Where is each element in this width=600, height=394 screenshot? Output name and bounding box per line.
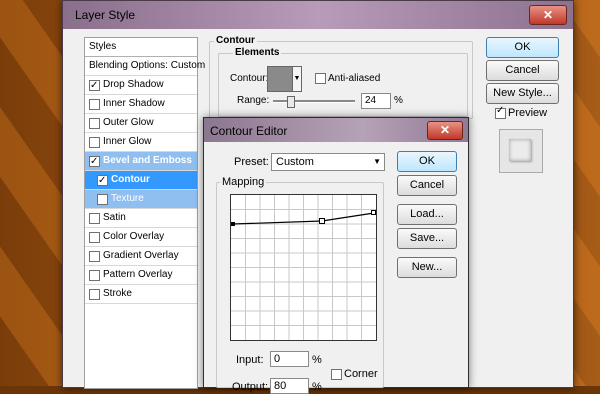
preview-swatch (509, 139, 531, 161)
list-item-blending-options[interactable]: Blending Options: Custom (85, 57, 205, 76)
range-label: Range: (237, 95, 270, 106)
contour-ok-button[interactable]: OK (397, 151, 457, 172)
new-style-button[interactable]: New Style... (486, 83, 559, 104)
satin-checkbox[interactable] (89, 212, 100, 224)
dialog-title: Layer Style (75, 8, 136, 22)
texture-checkbox[interactable] (97, 193, 108, 205)
contour-graph[interactable] (230, 194, 377, 341)
color-overlay-checkbox[interactable] (89, 231, 100, 243)
drop-shadow-checkbox[interactable] (89, 77, 100, 95)
contour-cancel-button[interactable]: Cancel (397, 175, 457, 196)
preview-label: Preview (508, 107, 548, 119)
list-item-pattern-overlay[interactable]: Pattern Overlay (85, 266, 197, 285)
mapping-label: Mapping (220, 176, 267, 188)
input-field[interactable]: 0 (270, 351, 309, 367)
output-unit: % (312, 381, 322, 393)
outer-glow-checkbox[interactable] (89, 117, 100, 129)
preset-label: Preset: (234, 156, 269, 168)
list-item-texture[interactable]: Texture (85, 190, 197, 209)
pattern-overlay-checkbox[interactable] (89, 269, 100, 281)
contour-editor-titlebar[interactable]: Contour Editor ✕ (204, 118, 468, 142)
corner-checkbox[interactable] (331, 369, 342, 380)
inner-glow-checkbox[interactable] (89, 136, 100, 148)
list-item-color-overlay[interactable]: Color Overlay (85, 228, 197, 247)
input-label: Input: (236, 354, 264, 366)
stroke-checkbox[interactable] (89, 288, 100, 300)
list-item-gradient-overlay[interactable]: Gradient Overlay (85, 247, 197, 266)
list-item-contour[interactable]: Contour (85, 171, 197, 190)
close-button[interactable]: ✕ (529, 5, 567, 25)
list-item-outer-glow[interactable]: Outer Glow (85, 114, 197, 133)
list-item-inner-glow[interactable]: Inner Glow (85, 133, 197, 152)
list-item-satin[interactable]: Satin (85, 209, 197, 228)
styles-list: Styles Blending Options: Custom Drop Sha… (84, 37, 205, 389)
dialog-titlebar[interactable]: Layer Style ✕ (63, 1, 573, 29)
gradient-overlay-checkbox[interactable] (89, 250, 100, 262)
anti-aliased-checkbox[interactable] (315, 73, 326, 84)
curve-point-start[interactable] (231, 222, 235, 226)
list-item-bevel-and-emboss[interactable]: Bevel and Emboss (85, 152, 197, 171)
anti-aliased-label: Anti-aliased (328, 73, 381, 84)
load-button[interactable]: Load... (397, 204, 457, 225)
contour-label: Contour: (230, 73, 269, 84)
elements-group (218, 53, 468, 117)
corner-label: Corner (344, 368, 378, 380)
list-item-inner-shadow[interactable]: Inner Shadow (85, 95, 197, 114)
graph-grid (231, 195, 376, 340)
ok-button[interactable]: OK (486, 37, 559, 58)
contour-editor-title: Contour Editor (210, 124, 288, 138)
range-unit: % (394, 95, 403, 106)
contour-panel-title: Contour (214, 35, 257, 46)
range-slider-thumb[interactable] (287, 96, 295, 108)
contour-checkbox[interactable] (97, 172, 108, 190)
elements-title: Elements (233, 47, 282, 58)
style-preview-thumbnail (499, 129, 543, 173)
input-unit: % (312, 354, 322, 366)
output-field[interactable]: 80 (270, 378, 309, 394)
chevron-down-icon: ▼ (373, 157, 381, 166)
output-label: Output: (232, 381, 269, 393)
contour-editor-dialog: Contour Editor ✕ Preset: Custom ▼ Mappin… (203, 117, 469, 394)
range-slider-track[interactable] (273, 100, 355, 103)
cancel-button[interactable]: Cancel (486, 60, 559, 81)
contour-dropdown-icon[interactable]: ▼ (292, 66, 302, 92)
preset-select[interactable]: Custom ▼ (271, 153, 385, 171)
inner-shadow-checkbox[interactable] (89, 98, 100, 110)
list-item-stroke[interactable]: Stroke (85, 285, 197, 304)
new-button[interactable]: New... (397, 257, 457, 278)
styles-header[interactable]: Styles (85, 38, 197, 57)
contour-editor-close-button[interactable]: ✕ (427, 121, 463, 140)
curve-point-mid[interactable] (319, 218, 325, 224)
save-button[interactable]: Save... (397, 228, 457, 249)
preview-checkbox[interactable] (495, 105, 506, 119)
list-item-drop-shadow[interactable]: Drop Shadow (85, 76, 197, 95)
range-input[interactable]: 24 (361, 93, 391, 109)
bevel-and-emboss-checkbox[interactable] (89, 153, 100, 171)
curve-point-end[interactable] (371, 210, 376, 215)
